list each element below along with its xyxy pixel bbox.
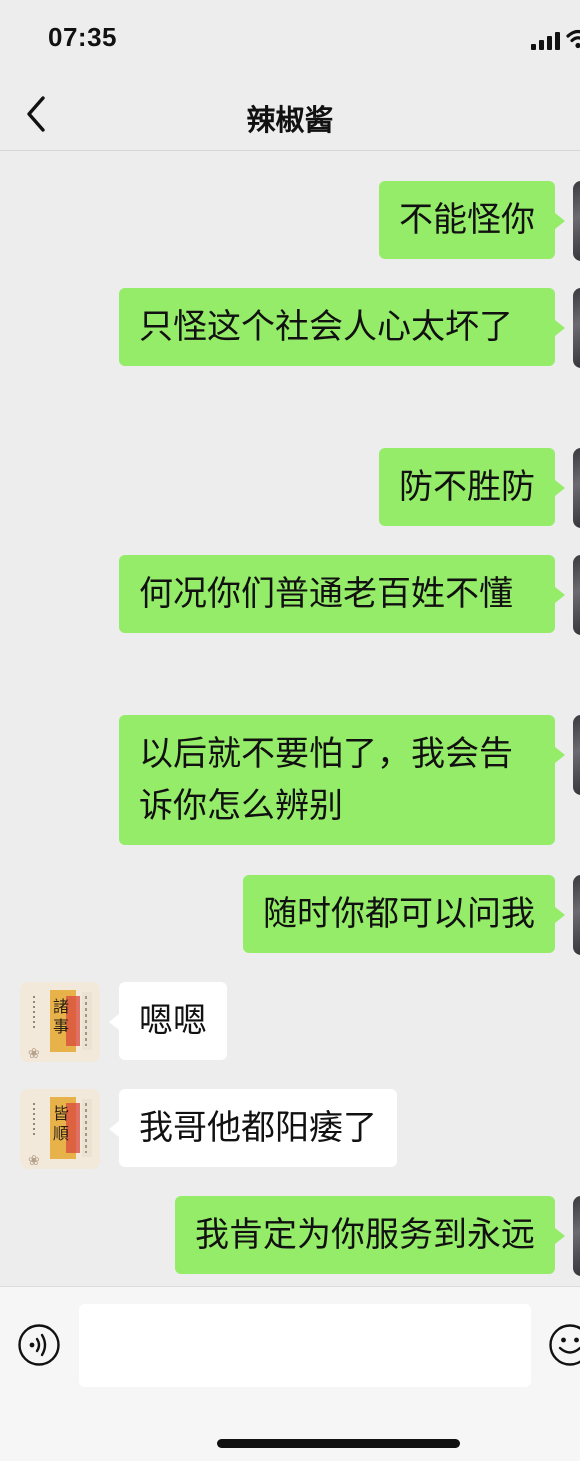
- self-avatar[interactable]: [573, 715, 580, 795]
- avatar-flower: ❀: [28, 1153, 40, 1169]
- chat-title: 辣椒酱: [0, 97, 580, 139]
- avatar-char: 事: [53, 1017, 69, 1036]
- message-input[interactable]: [79, 1304, 531, 1387]
- status-bar: 07:35: [0, 0, 580, 80]
- bubble-tail: [555, 213, 565, 229]
- home-indicator: [217, 1439, 460, 1448]
- self-avatar[interactable]: [573, 555, 580, 635]
- message-bubble-outgoing[interactable]: 以后就不要怕了，我会告诉你怎么辨别: [119, 715, 555, 845]
- chat-message-list[interactable]: 不能怪你 只怪这个社会人心太坏了 防不胜防 何况你们普通老百姓不懂 以后就不要怕…: [0, 151, 580, 1286]
- message-bubble-outgoing[interactable]: 只怪这个社会人心太坏了: [119, 288, 555, 366]
- bubble-tail: [555, 587, 565, 603]
- self-avatar[interactable]: [573, 288, 580, 368]
- bubble-tail: [555, 320, 565, 336]
- message-bubble-outgoing[interactable]: 不能怪你: [379, 181, 555, 259]
- emoji-icon[interactable]: [548, 1323, 580, 1367]
- message-bubble-outgoing[interactable]: 防不胜防: [379, 448, 555, 526]
- message-bubble-outgoing[interactable]: 何况你们普通老百姓不懂: [119, 555, 555, 633]
- bubble-tail: [555, 747, 565, 763]
- self-avatar[interactable]: [573, 1196, 580, 1276]
- contact-avatar[interactable]: 皆 順 ❀: [20, 1089, 100, 1169]
- contact-avatar[interactable]: 諸 事 ❀: [20, 982, 100, 1062]
- avatar-char: 皆: [53, 1104, 69, 1123]
- avatar-char: 順: [53, 1124, 69, 1143]
- avatar-flower: ❀: [28, 1046, 40, 1062]
- self-avatar[interactable]: [573, 875, 580, 955]
- bubble-tail: [109, 1014, 119, 1030]
- message-bubble-incoming[interactable]: 我哥他都阳痿了: [119, 1089, 397, 1167]
- message-bubble-incoming[interactable]: 嗯嗯: [119, 982, 227, 1060]
- avatar-char: 諸: [53, 997, 69, 1016]
- contact-avatar-image: 皆 順 ❀: [20, 1089, 100, 1169]
- bubble-tail: [109, 1121, 119, 1137]
- bubble-tail: [555, 1228, 565, 1244]
- message-bubble-outgoing[interactable]: 我肯定为你服务到永远: [175, 1196, 555, 1274]
- cellular-signal-icon: [531, 32, 563, 50]
- voice-input-icon[interactable]: [17, 1323, 61, 1367]
- status-time: 07:35: [48, 22, 117, 53]
- bubble-tail: [555, 480, 565, 496]
- contact-avatar-image: 諸 事 ❀: [20, 982, 100, 1062]
- chat-header: 辣椒酱: [0, 80, 580, 151]
- self-avatar[interactable]: [573, 181, 580, 261]
- self-avatar[interactable]: [573, 448, 580, 528]
- wifi-icon: [566, 28, 580, 50]
- bubble-tail: [555, 907, 565, 923]
- message-bubble-outgoing[interactable]: 随时你都可以问我: [243, 875, 555, 953]
- input-bar: [0, 1286, 580, 1461]
